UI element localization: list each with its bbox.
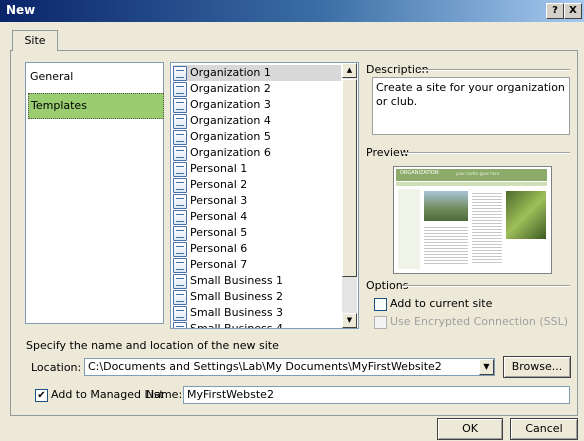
template-label: Small Business 2 xyxy=(190,290,284,303)
preview-image: ORGANIZATION your motto goes here xyxy=(393,166,552,274)
add-to-current-checkbox[interactable] xyxy=(374,298,387,311)
template-label: Personal 1 xyxy=(190,162,248,175)
template-item[interactable]: Small Business 2 xyxy=(173,289,341,305)
preview-divider xyxy=(402,152,570,154)
location-label: Location: xyxy=(31,361,82,374)
template-icon xyxy=(173,114,187,129)
location-heading: Specify the name and location of the new… xyxy=(26,339,279,352)
cancel-button[interactable]: Cancel xyxy=(510,418,578,440)
template-label: Organization 1 xyxy=(190,66,271,79)
template-icon xyxy=(173,98,187,113)
template-item[interactable]: Organization 2 xyxy=(173,81,341,97)
template-label: Organization 2 xyxy=(190,82,271,95)
template-item[interactable]: Personal 4 xyxy=(173,209,341,225)
template-icon xyxy=(173,82,187,97)
template-icon xyxy=(173,306,187,321)
ok-button[interactable]: OK xyxy=(437,418,503,440)
template-icon xyxy=(173,66,187,81)
template-icon xyxy=(173,210,187,225)
encrypted-connection-checkbox[interactable] xyxy=(374,316,387,329)
template-icon xyxy=(173,322,187,328)
name-input[interactable]: MyFirstWebste2 xyxy=(183,386,570,404)
add-to-managed-checkbox[interactable]: ✔ xyxy=(35,389,48,402)
template-label: Personal 6 xyxy=(190,242,248,255)
template-icon xyxy=(173,194,187,209)
template-item[interactable]: Personal 2 xyxy=(173,177,341,193)
template-icon xyxy=(173,274,187,289)
template-label: Small Business 3 xyxy=(190,306,284,319)
window-title: New xyxy=(6,3,36,17)
name-label: Name: xyxy=(146,388,183,401)
location-input[interactable]: C:\Documents and Settings\Lab\My Documen… xyxy=(84,358,495,376)
description-box: Create a site for your organization or c… xyxy=(372,77,570,135)
tab-site[interactable]: Site xyxy=(12,30,58,51)
browse-button[interactable]: Browse... xyxy=(503,356,571,378)
template-icon xyxy=(173,146,187,161)
preview-sidebar xyxy=(398,189,420,269)
template-item[interactable]: Organization 5 xyxy=(173,129,341,145)
category-general[interactable]: General xyxy=(28,65,162,89)
add-to-current-label: Add to current site xyxy=(390,297,493,310)
template-item[interactable]: Personal 3 xyxy=(173,193,341,209)
template-item[interactable]: Organization 4 xyxy=(173,113,341,129)
preview-tagline: your motto goes here xyxy=(456,171,500,176)
category-list: General Templates xyxy=(25,62,164,324)
encrypted-connection-label: Use Encrypted Connection (SSL) xyxy=(390,315,569,328)
scroll-up-arrow-icon[interactable]: ▲ xyxy=(342,63,357,78)
template-icon xyxy=(173,162,187,177)
template-icon xyxy=(173,290,187,305)
preview-garden-photo xyxy=(506,191,546,239)
title-bar xyxy=(0,0,584,22)
template-item[interactable]: Personal 5 xyxy=(173,225,341,241)
template-item[interactable]: Personal 1 xyxy=(173,161,341,177)
preview-nav xyxy=(396,182,547,186)
template-icon xyxy=(173,226,187,241)
scroll-thumb[interactable] xyxy=(342,79,357,277)
template-label: Personal 4 xyxy=(190,210,248,223)
template-icon xyxy=(173,130,187,145)
template-label: Organization 6 xyxy=(190,146,271,159)
template-label: Personal 2 xyxy=(190,178,248,191)
preview-bridge-photo xyxy=(424,191,468,221)
close-button[interactable]: X xyxy=(564,3,582,19)
help-button[interactable]: ? xyxy=(546,3,564,19)
preview-site-name: ORGANIZATION xyxy=(400,170,439,176)
template-label: Organization 5 xyxy=(190,130,271,143)
scroll-down-arrow-icon[interactable]: ▼ xyxy=(342,313,357,328)
template-item[interactable]: Small Business 1 xyxy=(173,273,341,289)
template-item[interactable]: Personal 7 xyxy=(173,257,341,273)
preview-text-column xyxy=(472,191,502,265)
description-divider xyxy=(418,69,570,71)
template-item[interactable]: Organization 1 xyxy=(173,65,341,81)
template-label: Small Business 4 xyxy=(190,322,284,329)
template-label: Small Business 1 xyxy=(190,274,284,287)
template-scrollbar[interactable]: ▲ ▼ xyxy=(342,63,357,328)
template-item[interactable]: Organization 3 xyxy=(173,97,341,113)
template-item[interactable]: Small Business 4 xyxy=(173,321,341,329)
template-label: Personal 7 xyxy=(190,258,248,271)
template-label: Organization 3 xyxy=(190,98,271,111)
template-list: Organization 1 Organization 2 Organizati… xyxy=(170,62,359,329)
template-item[interactable]: Organization 6 xyxy=(173,145,341,161)
template-icon xyxy=(173,258,187,273)
template-item[interactable]: Small Business 3 xyxy=(173,305,341,321)
template-icon xyxy=(173,242,187,257)
location-dropdown-arrow-icon[interactable]: ▼ xyxy=(479,359,494,375)
template-label: Personal 3 xyxy=(190,194,248,207)
template-label: Personal 5 xyxy=(190,226,248,239)
template-icon xyxy=(173,178,187,193)
template-label: Organization 4 xyxy=(190,114,271,127)
preview-text-block xyxy=(424,225,468,265)
template-item[interactable]: Personal 6 xyxy=(173,241,341,257)
options-divider xyxy=(402,285,570,287)
category-templates[interactable]: Templates xyxy=(28,93,164,119)
